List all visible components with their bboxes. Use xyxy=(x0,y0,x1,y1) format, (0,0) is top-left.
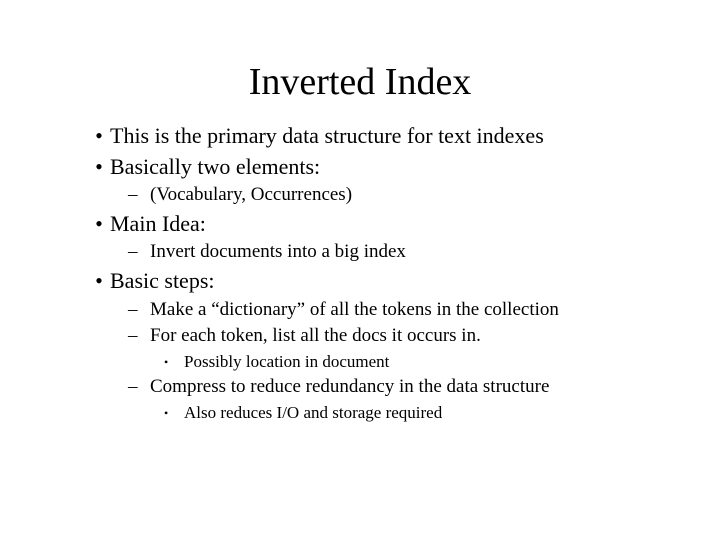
bullet-dot-icon: • xyxy=(88,210,110,239)
sub-bullet-text: Invert documents into a big index xyxy=(150,240,406,265)
subsub-bullet-item: • Also reduces I/O and storage required xyxy=(70,402,650,424)
bullet-dot-icon: • xyxy=(164,351,184,373)
slide-title: Inverted Index xyxy=(70,60,650,104)
subsub-bullet-item: • Possibly location in document xyxy=(70,351,650,373)
dash-icon: – xyxy=(128,375,150,400)
sub-bullet-item: – Compress to reduce redundancy in the d… xyxy=(70,375,650,400)
bullet-text: This is the primary data structure for t… xyxy=(110,122,544,151)
sub-bullet-text: (Vocabulary, Occurrences) xyxy=(150,183,352,208)
sub-bullet-text: Make a “dictionary” of all the tokens in… xyxy=(150,298,559,323)
slide: Inverted Index • This is the primary dat… xyxy=(0,0,720,540)
bullet-text: Basic steps: xyxy=(110,267,215,296)
bullet-text: Basically two elements: xyxy=(110,153,320,182)
bullet-item: • This is the primary data structure for… xyxy=(70,122,650,151)
bullet-dot-icon: • xyxy=(88,153,110,182)
dash-icon: – xyxy=(128,298,150,323)
sub-bullet-text: Compress to reduce redundancy in the dat… xyxy=(150,375,549,400)
subsub-bullet-text: Also reduces I/O and storage required xyxy=(184,402,442,424)
dash-icon: – xyxy=(128,240,150,265)
sub-bullet-item: – Invert documents into a big index xyxy=(70,240,650,265)
bullet-dot-icon: • xyxy=(88,267,110,296)
bullet-item: • Main Idea: xyxy=(70,210,650,239)
sub-bullet-item: – Make a “dictionary” of all the tokens … xyxy=(70,298,650,323)
bullet-item: • Basic steps: xyxy=(70,267,650,296)
sub-bullet-item: – For each token, list all the docs it o… xyxy=(70,324,650,349)
bullet-item: • Basically two elements: xyxy=(70,153,650,182)
sub-bullet-item: – (Vocabulary, Occurrences) xyxy=(70,183,650,208)
dash-icon: – xyxy=(128,324,150,349)
dash-icon: – xyxy=(128,183,150,208)
bullet-text: Main Idea: xyxy=(110,210,206,239)
sub-bullet-text: For each token, list all the docs it occ… xyxy=(150,324,481,349)
bullet-dot-icon: • xyxy=(88,122,110,151)
bullet-dot-icon: • xyxy=(164,402,184,424)
subsub-bullet-text: Possibly location in document xyxy=(184,351,389,373)
